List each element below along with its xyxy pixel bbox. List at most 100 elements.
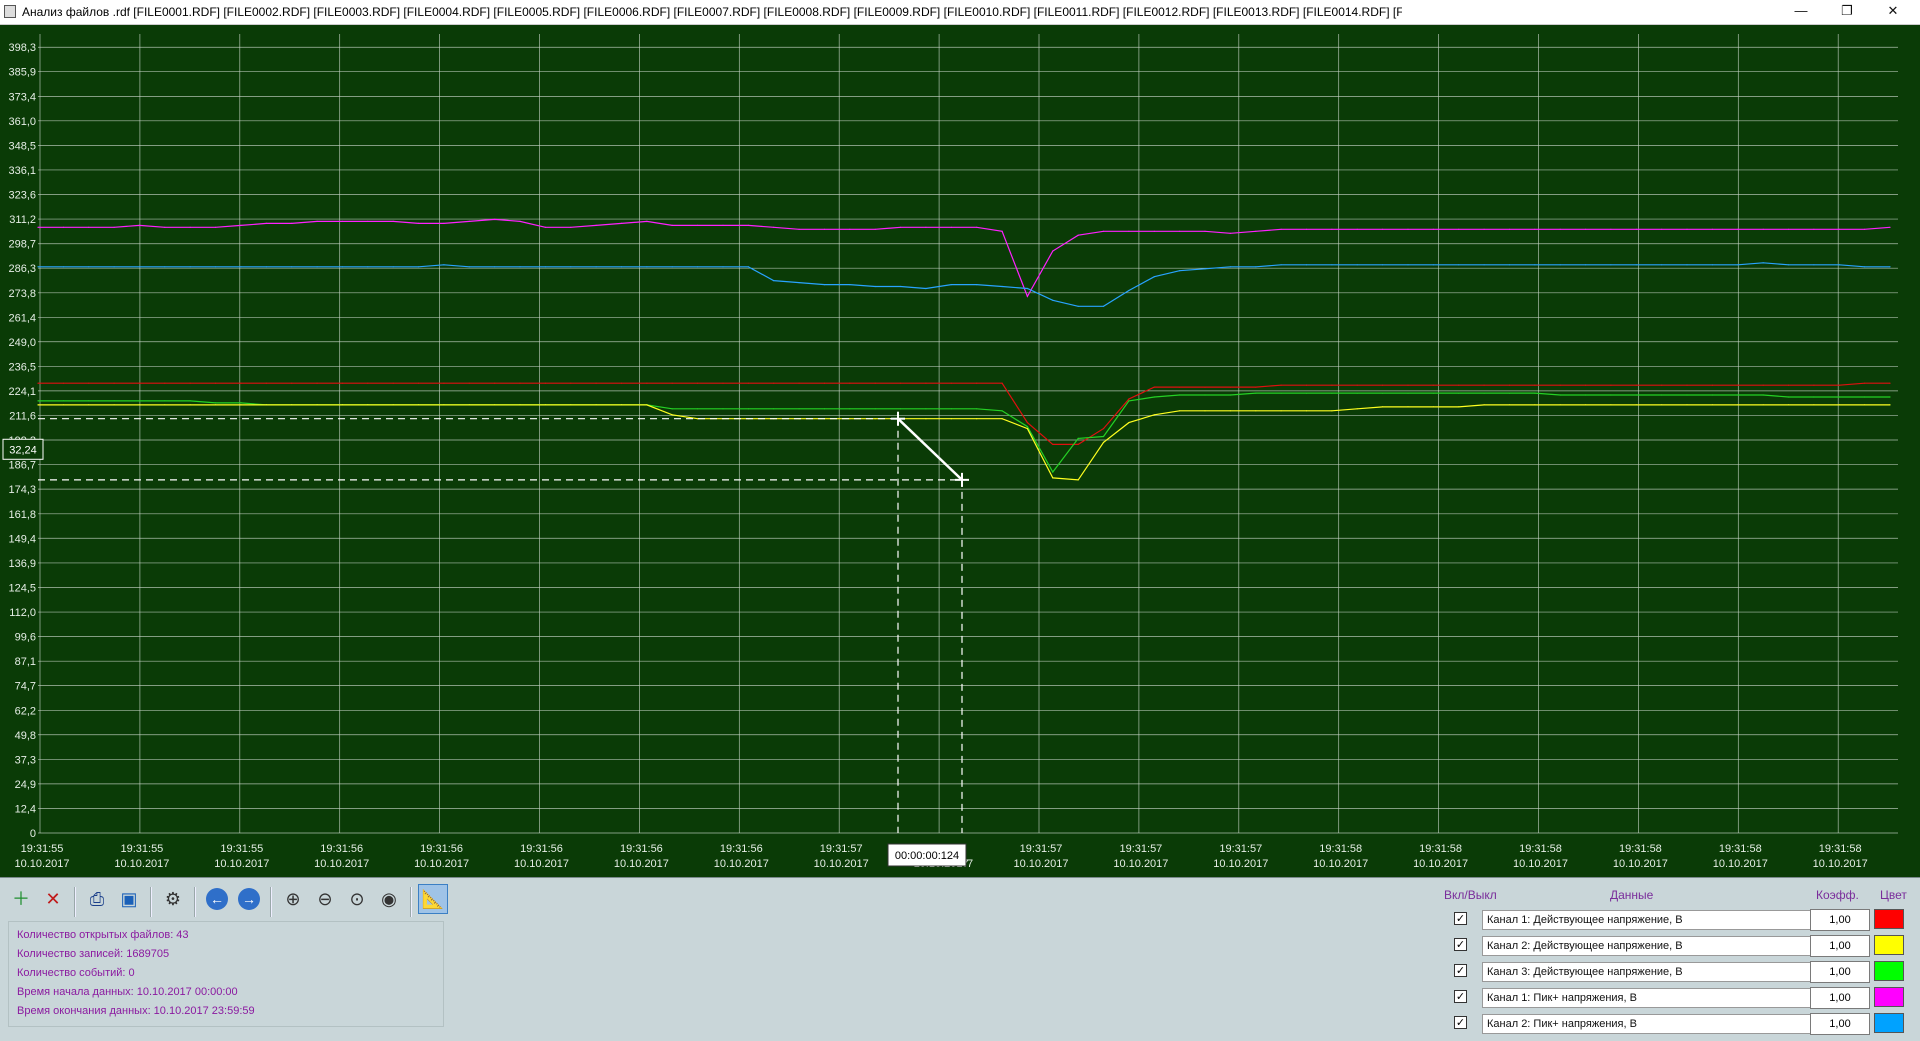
channel-checkbox[interactable]: ✓	[1454, 1016, 1467, 1029]
data-point	[1585, 264, 1587, 266]
channel-color-swatch[interactable]	[1874, 1013, 1904, 1033]
back-arrow-icon: ←	[206, 888, 228, 910]
data-point	[138, 400, 141, 402]
data-point	[874, 285, 876, 288]
data-point	[1762, 262, 1764, 264]
toolbar-separator	[194, 887, 196, 917]
data-point	[1052, 477, 1054, 479]
data-point	[1635, 264, 1637, 266]
print-button[interactable]: ⎙	[82, 884, 112, 914]
data-point	[544, 266, 547, 268]
data-point	[1483, 392, 1485, 394]
channel-select-label: Канал 2: Действующее напряжение, В	[1487, 940, 1683, 952]
zoom-in-button[interactable]: ⊕	[278, 884, 308, 914]
data-point	[1534, 264, 1536, 266]
data-point	[646, 382, 648, 384]
data-point	[1305, 228, 1308, 230]
channel-select[interactable]: Канал 2: Пик+ напряжения, В▼	[1482, 1014, 1840, 1034]
coefficient-input[interactable]: 1,00	[1810, 1013, 1870, 1035]
coefficient-input[interactable]: 1,00	[1810, 961, 1870, 983]
y-tick-label: 49,8	[15, 730, 36, 742]
y-tick-label: 261,4	[8, 312, 36, 324]
data-point	[1407, 406, 1409, 408]
x-tick-date: 10.10.2017	[614, 858, 669, 870]
data-point	[62, 404, 64, 406]
add-file-button[interactable]: ＋	[6, 884, 36, 914]
y-tick-label: 373,4	[8, 91, 36, 103]
channel-checkbox[interactable]: ✓	[1454, 912, 1467, 925]
settings-gear-button[interactable]: ⚙	[158, 884, 188, 914]
data-point	[950, 226, 952, 228]
data-point	[1508, 404, 1511, 406]
data-point	[37, 266, 39, 268]
chart-area[interactable]: 0 12,4 24,9 37,3 49,8 62,2 74,7 87,1 99,6 112,0 12…	[0, 25, 1920, 877]
data-point	[37, 226, 39, 228]
x-tick-date: 10.10.2017	[114, 858, 169, 870]
channel-select[interactable]: Канал 2: Действующее напряжение, В▼	[1482, 936, 1840, 956]
y-tick-label: 12,4	[15, 804, 36, 816]
coefficient-input[interactable]: 1,00	[1810, 935, 1870, 957]
data-point	[88, 400, 90, 402]
channel-select[interactable]: Канал 3: Действующее напряжение, В▼	[1482, 962, 1840, 982]
zoom-out-button[interactable]: ⊖	[310, 884, 340, 914]
channel-checkbox[interactable]: ✓	[1454, 964, 1467, 977]
data-point	[1255, 230, 1257, 232]
channel-checkbox[interactable]: ✓	[1454, 990, 1467, 1003]
measure-ruler-button[interactable]: 📐	[418, 884, 448, 914]
y-tick-label: 236,5	[8, 361, 36, 373]
channel-color-swatch[interactable]	[1874, 909, 1904, 929]
forward-arrow-button[interactable]: →	[234, 884, 264, 914]
coefficient-input[interactable]: 1,00	[1810, 987, 1870, 1009]
data-point	[88, 404, 90, 406]
zoom-fit-button[interactable]: ⊙	[342, 884, 372, 914]
data-point	[1483, 228, 1485, 230]
minimize-button[interactable]: —	[1778, 0, 1824, 24]
back-arrow-button[interactable]: ←	[202, 884, 232, 914]
data-point	[1153, 276, 1155, 278]
series-line-2	[38, 262, 1890, 307]
data-point	[646, 266, 648, 268]
x-tick-time: 19:31:58	[1719, 843, 1762, 855]
zoom-reset-button[interactable]: ◉	[374, 884, 404, 914]
data-point	[1559, 384, 1561, 386]
data-point	[1585, 228, 1587, 230]
data-point	[1052, 299, 1054, 301]
data-point	[1102, 435, 1105, 438]
remove-file-button[interactable]: ✕	[38, 884, 68, 914]
data-point	[1102, 428, 1105, 430]
x-tick-date: 10.10.2017	[1013, 858, 1068, 870]
maximize-button[interactable]: ❐	[1824, 0, 1870, 24]
y-tick-label: 311,2	[9, 214, 36, 226]
export-image-button[interactable]: ▣	[114, 884, 144, 914]
header-onoff: Вкл/Выкл	[1444, 888, 1497, 902]
chart-svg[interactable]: 0 12,4 24,9 37,3 49,8 62,2 74,7 87,1 99,6 112,0 12…	[0, 25, 1920, 877]
data-point	[798, 282, 800, 284]
data-point	[113, 382, 115, 384]
y-tick-label: 0	[30, 828, 36, 840]
data-point	[697, 224, 699, 226]
channel-color-swatch[interactable]	[1874, 961, 1904, 981]
data-point	[189, 404, 191, 406]
channel-checkbox[interactable]: ✓	[1454, 938, 1467, 951]
data-point	[1534, 404, 1536, 406]
data-point	[823, 408, 826, 410]
y-tick-label: 398,3	[8, 42, 36, 54]
data-point	[215, 404, 217, 406]
data-point	[976, 226, 978, 228]
data-point	[544, 404, 547, 406]
data-point	[1179, 270, 1181, 272]
data-point	[570, 226, 572, 228]
coefficient-input[interactable]: 1,00	[1810, 909, 1870, 931]
data-point	[1052, 443, 1054, 445]
channel-color-swatch[interactable]	[1874, 987, 1904, 1007]
channel-select[interactable]: Канал 1: Действующее напряжение, В▼	[1482, 910, 1840, 930]
records-count: Количество записей: 1689705	[17, 948, 170, 960]
y-tick-label: 323,6	[8, 190, 36, 202]
y-tick-label: 99,6	[15, 632, 36, 644]
channel-select[interactable]: Канал 1: Пик+ напряжения, В▼	[1482, 988, 1840, 1008]
channel-color-swatch[interactable]	[1874, 935, 1904, 955]
info-panel: Количество открытых файлов: 43 Количеств…	[8, 921, 444, 1027]
data-point	[747, 408, 750, 410]
toolbar: ＋ ✕ ⎙ ▣ ⚙ ← → ⊕ ⊖ ⊙ ◉ 📐	[6, 884, 448, 917]
close-button[interactable]: ✕	[1870, 0, 1916, 24]
